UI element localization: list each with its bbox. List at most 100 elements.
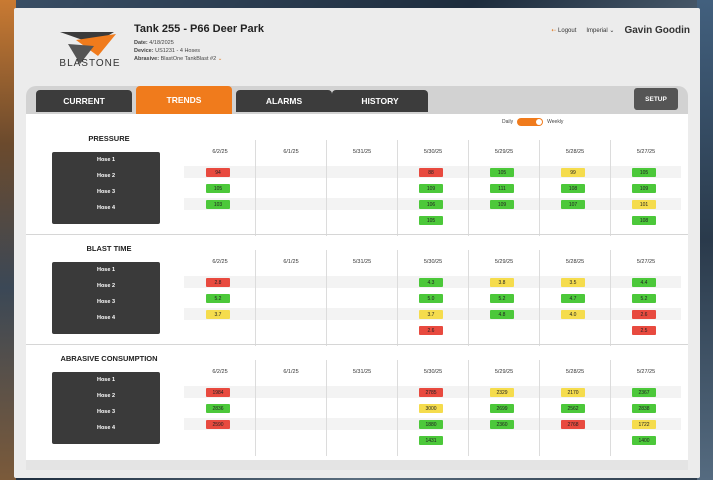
trend-value-cell[interactable]: 2699 <box>490 404 514 413</box>
trend-value-cell[interactable]: 4.0 <box>561 310 585 319</box>
trend-value-cell[interactable]: 1984 <box>206 388 230 397</box>
trend-value-cell[interactable]: 105 <box>419 216 443 225</box>
tab-history[interactable]: HISTORY <box>332 90 428 112</box>
section-title: PRESSURE <box>88 134 130 143</box>
date-column-header: 6/1/25 <box>283 259 299 265</box>
column-divider <box>397 250 398 346</box>
hose-label: Hose 4 <box>96 205 116 211</box>
trend-value-cell[interactable]: 4.8 <box>490 310 514 319</box>
chevron-down-icon: ⌄ <box>217 56 223 62</box>
app-window: BLASTONE Tank 255 - P66 Deer Park Date: … <box>14 8 700 478</box>
date-meta: Date: 4/18/2025 <box>134 40 174 46</box>
trend-value-cell[interactable]: 107 <box>561 200 585 209</box>
hose-label: Hose 2 <box>96 173 116 179</box>
trend-value-cell[interactable]: 4.7 <box>561 294 585 303</box>
trend-value-cell[interactable]: 5.2 <box>206 294 230 303</box>
column-divider <box>326 140 327 236</box>
trend-value-cell[interactable]: 2590 <box>206 420 230 429</box>
trend-value-cell[interactable]: 94 <box>206 168 230 177</box>
blastone-logo-icon <box>60 32 116 64</box>
trend-value-cell[interactable]: 2836 <box>206 404 230 413</box>
trend-value-cell[interactable]: 2329 <box>490 388 514 397</box>
section-title: BLAST TIME <box>86 244 132 253</box>
date-column-header: 5/31/25 <box>352 259 372 265</box>
trend-value-cell[interactable]: 2.8 <box>206 278 230 287</box>
trend-value-cell[interactable]: 2170 <box>561 388 585 397</box>
tab-alarms[interactable]: ALARMS <box>236 90 332 112</box>
trend-value-cell[interactable]: 109 <box>490 200 514 209</box>
toggle-weekly-label: Weekly <box>547 119 564 125</box>
tab-trends[interactable]: TRENDS <box>136 86 232 114</box>
date-column-header: 6/2/25 <box>212 259 228 265</box>
trend-value-cell[interactable]: 3.8 <box>490 278 514 287</box>
trend-value-cell[interactable]: 1880 <box>419 420 443 429</box>
trend-value-cell[interactable]: 3.7 <box>206 310 230 319</box>
toggle-switch[interactable] <box>517 118 544 126</box>
date-column-header: 5/27/25 <box>636 149 656 155</box>
trend-value-cell[interactable]: 108 <box>632 216 656 225</box>
trend-value-cell[interactable]: 88 <box>419 168 443 177</box>
trend-value-cell[interactable]: 2.5 <box>632 326 656 335</box>
trend-value-cell[interactable]: 2367 <box>632 388 656 397</box>
trend-value-cell[interactable]: 109 <box>632 184 656 193</box>
trend-value-cell[interactable]: 4.4 <box>632 278 656 287</box>
daily-weekly-toggle[interactable]: Daily Weekly <box>502 118 563 126</box>
trend-value-cell[interactable]: 106 <box>419 200 443 209</box>
column-divider <box>610 140 611 236</box>
date-column-header: 6/2/25 <box>212 369 228 375</box>
hose-label: Hose 3 <box>96 299 116 305</box>
abrasive-meta[interactable]: Abrasive: BlastOne TankBlast #2 ⌄ <box>134 56 222 62</box>
hose-label: Hose 2 <box>96 283 116 289</box>
trend-value-cell[interactable]: 99 <box>561 168 585 177</box>
trend-value-cell[interactable]: 2562 <box>561 404 585 413</box>
trend-value-cell[interactable]: 105 <box>490 168 514 177</box>
toggle-daily-label: Daily <box>502 119 514 125</box>
trend-value-cell[interactable]: 2.6 <box>632 310 656 319</box>
section-title: ABRASIVE CONSUMPTION <box>60 354 158 363</box>
column-divider <box>539 360 540 456</box>
hose-label: Hose 1 <box>96 377 116 383</box>
trend-value-cell[interactable]: 101 <box>632 200 656 209</box>
section-divider <box>26 234 688 235</box>
trend-value-cell[interactable]: 3000 <box>419 404 443 413</box>
trend-value-cell[interactable]: 4.3 <box>419 278 443 287</box>
date-column-header: 5/29/25 <box>494 369 514 375</box>
date-column-header: 5/30/25 <box>423 369 443 375</box>
trend-value-cell[interactable]: 2.6 <box>419 326 443 335</box>
setup-button[interactable]: SETUP <box>634 88 678 110</box>
hose-label: Hose 3 <box>96 189 116 195</box>
user-name[interactable]: Gavin Goodin <box>624 25 690 36</box>
trend-value-cell[interactable]: 1722 <box>632 420 656 429</box>
trend-value-cell[interactable]: 5.2 <box>490 294 514 303</box>
tab-current[interactable]: CURRENT <box>36 90 132 112</box>
trend-value-cell[interactable]: 2768 <box>561 420 585 429</box>
trend-value-cell[interactable]: 111 <box>490 184 514 193</box>
trend-value-cell[interactable]: 2360 <box>490 420 514 429</box>
logout-link[interactable]: ⇠ Logout <box>551 27 576 34</box>
hose-label: Hose 4 <box>96 425 116 431</box>
column-divider <box>610 360 611 456</box>
logout-arrow-icon: ⇠ <box>551 28 557 34</box>
date-column-header: 5/31/25 <box>352 369 372 375</box>
chevron-down-icon: ⌄ <box>609 28 615 34</box>
header: BLASTONE Tank 255 - P66 Deer Park Date: … <box>14 8 700 86</box>
trend-value-cell[interactable]: 108 <box>561 184 585 193</box>
trend-value-cell[interactable]: 105 <box>206 184 230 193</box>
trend-value-cell[interactable]: 3.5 <box>561 278 585 287</box>
units-dropdown[interactable]: Imperial ⌄ <box>586 27 614 34</box>
trend-value-cell[interactable]: 3.7 <box>419 310 443 319</box>
date-column-header: 6/2/25 <box>212 149 228 155</box>
page-title: Tank 255 - P66 Deer Park <box>134 23 265 35</box>
trend-value-cell[interactable]: 5.0 <box>419 294 443 303</box>
trend-value-cell[interactable]: 105 <box>632 168 656 177</box>
column-divider <box>255 140 256 236</box>
trend-value-cell[interactable]: 2785 <box>419 388 443 397</box>
trend-value-cell[interactable]: 103 <box>206 200 230 209</box>
trend-value-cell[interactable]: 1431 <box>419 436 443 445</box>
column-divider <box>397 140 398 236</box>
trend-value-cell[interactable]: 5.2 <box>632 294 656 303</box>
trend-value-cell[interactable]: 1400 <box>632 436 656 445</box>
column-divider <box>255 360 256 456</box>
trend-value-cell[interactable]: 109 <box>419 184 443 193</box>
trend-value-cell[interactable]: 2838 <box>632 404 656 413</box>
